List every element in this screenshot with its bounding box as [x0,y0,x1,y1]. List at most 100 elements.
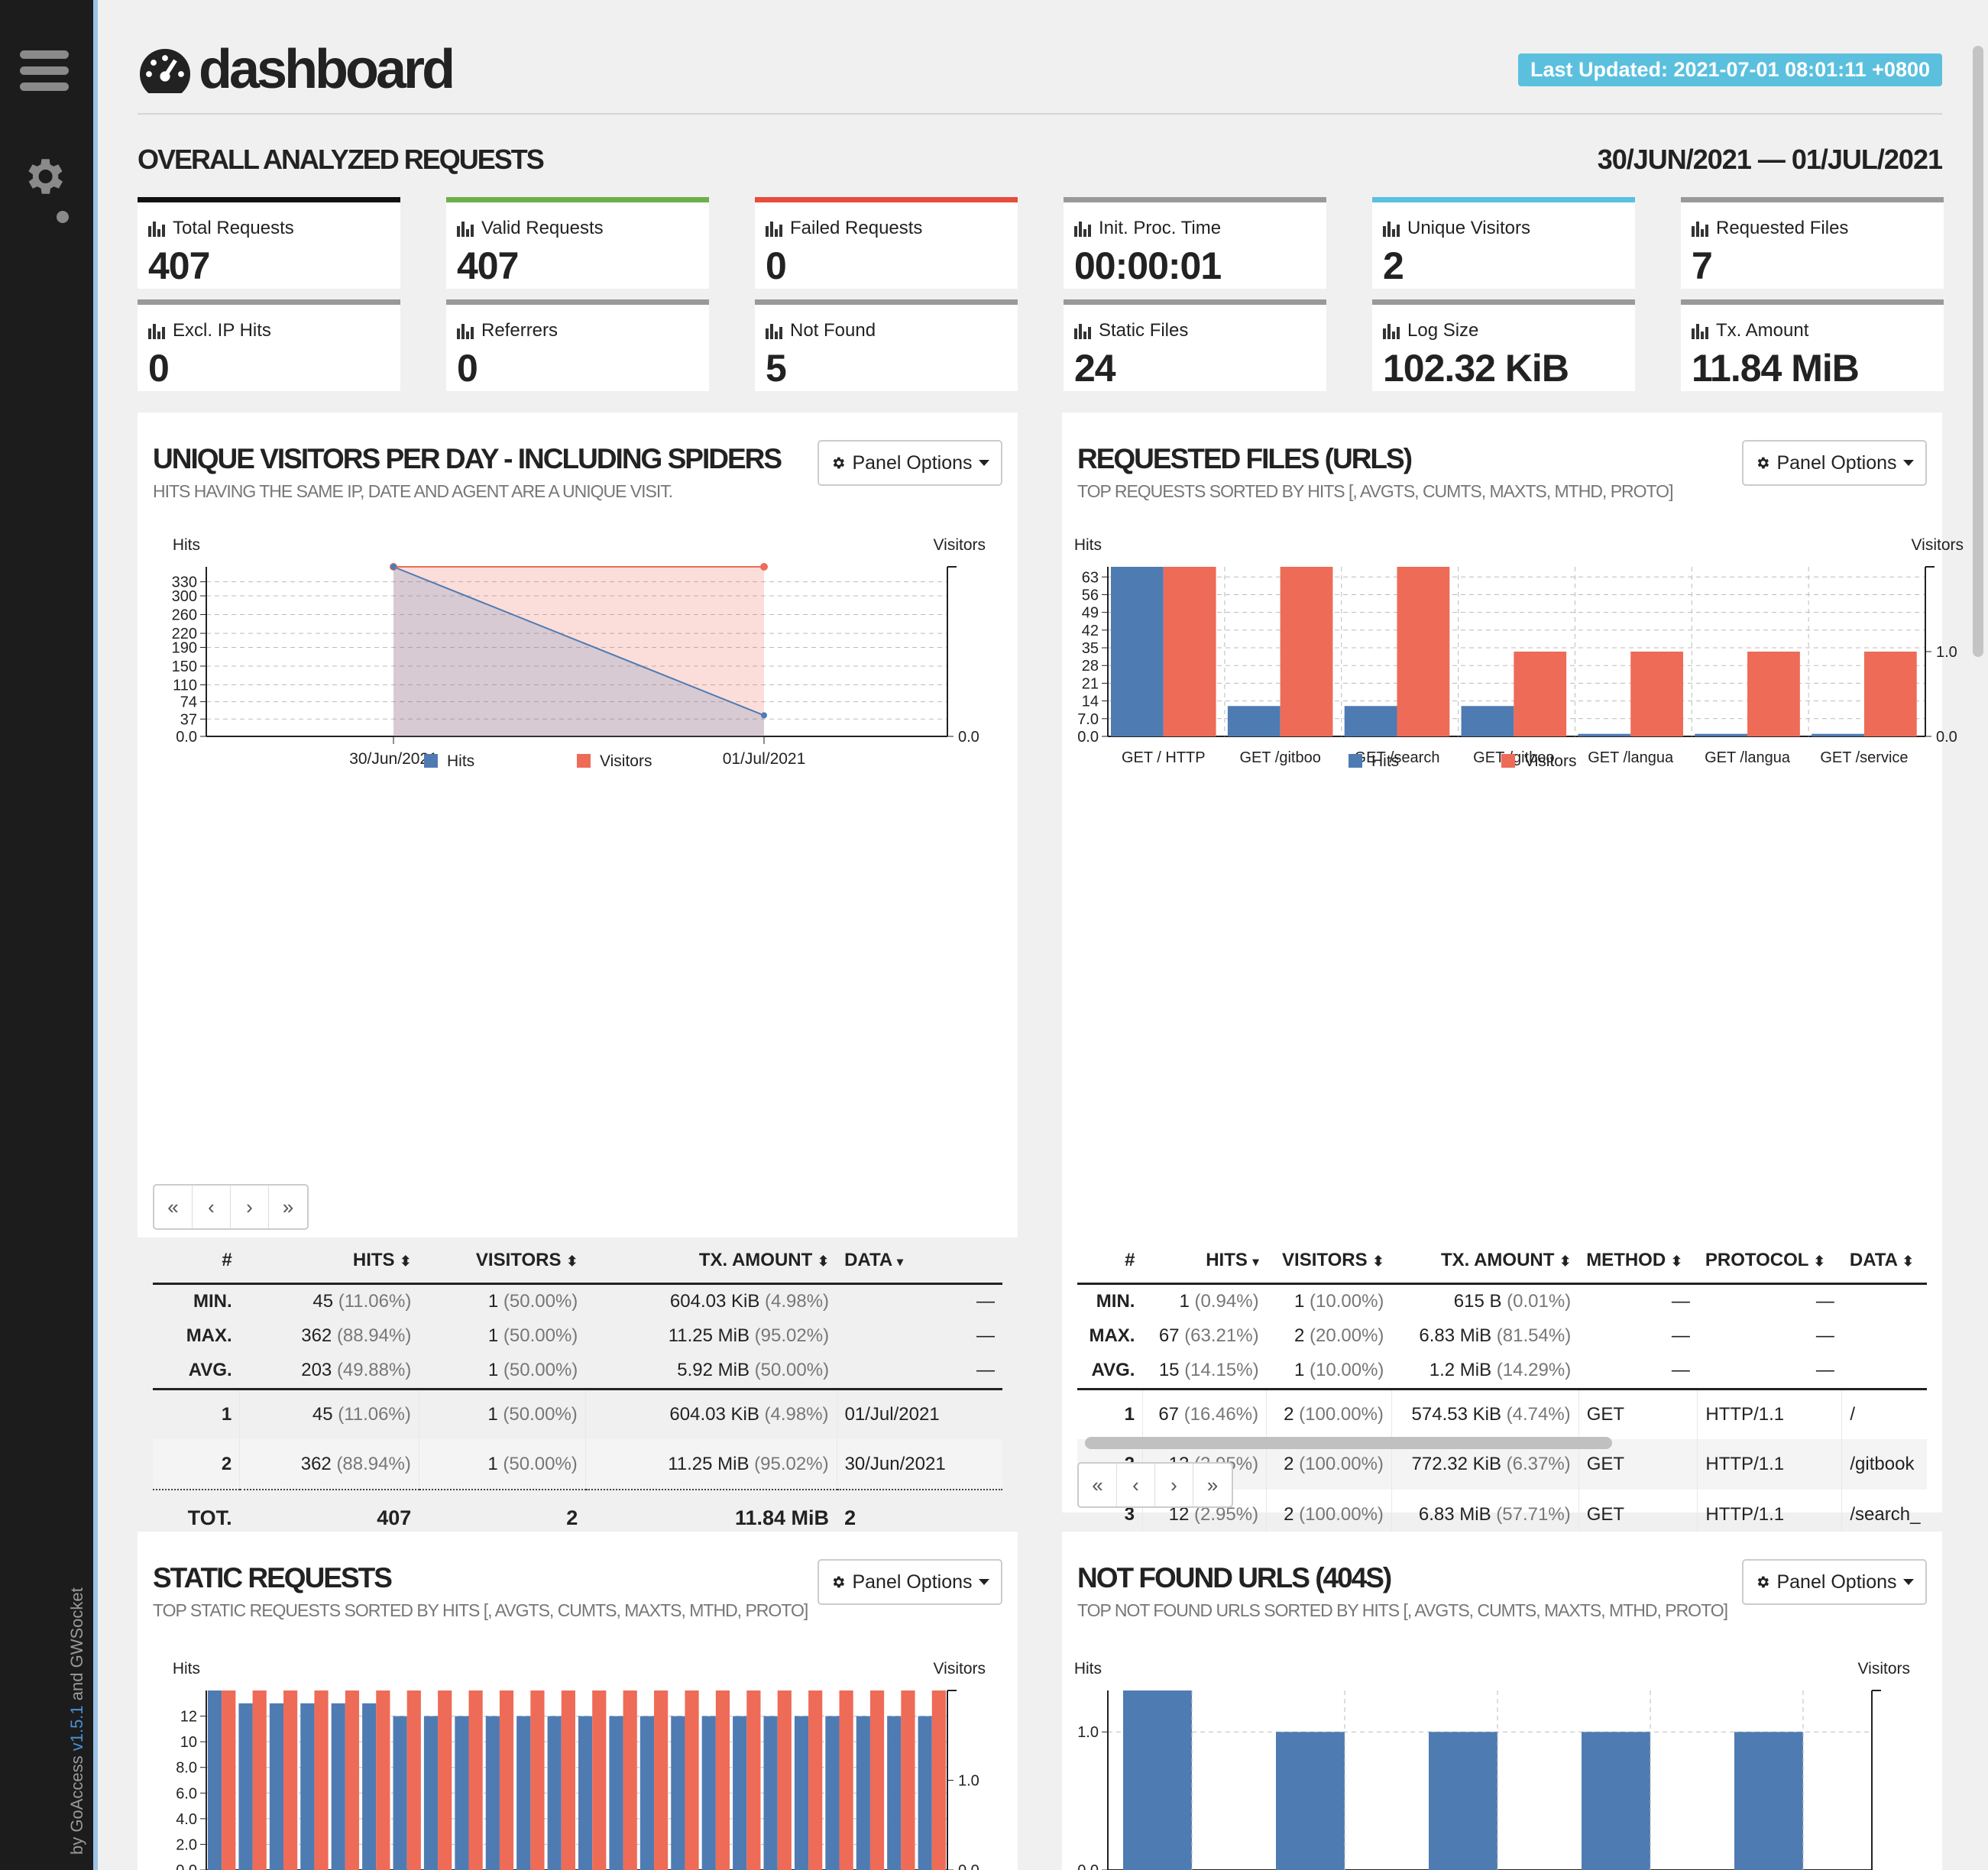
hits-bar [423,1716,439,1870]
column-header[interactable]: DATA ⬍ [1841,1239,1927,1285]
hits-bar [825,1716,840,1870]
visitors-bar [406,1690,421,1870]
panel-options-button[interactable]: Panel Options [818,1559,1002,1605]
first-page-button[interactable]: « [154,1186,193,1228]
column-header[interactable]: VISITORS ⬍ [419,1239,586,1285]
horizontal-scrollbar[interactable] [1085,1437,1612,1449]
y-axis-left-label: Hits [173,1660,200,1678]
last-page-button[interactable]: » [269,1186,307,1228]
bar-chart-icon [457,220,475,237]
legend-swatch [424,754,438,768]
page-scrollbar[interactable] [1970,0,1988,1870]
hits-bar [1123,1690,1192,1870]
column-header[interactable]: PROTOCOL ⬍ [1697,1239,1842,1285]
visitors-bar [499,1690,514,1870]
bar-chart-icon [766,220,784,237]
gear-icon [1758,1576,1769,1588]
hits-bar [393,1716,407,1870]
column-header: # [1077,1239,1143,1285]
column-header[interactable]: METHOD ⬍ [1578,1239,1698,1285]
hits-bar [733,1716,747,1870]
visitors-bar [345,1690,360,1870]
column-header[interactable]: DATA ▾ [837,1239,1002,1285]
next-page-button[interactable]: › [1155,1464,1193,1506]
y-tick-label: 28 [1082,658,1099,675]
summary-row: MIN. 1 (0.94%) 1 (10.00%) 615 B (0.01%) — — [1096,1290,1834,1312]
metric-value: 102.32 KiB [1383,347,1569,390]
next-page-button[interactable]: › [231,1186,269,1228]
panel-subtitle: TOP STATIC REQUESTS SORTED BY HITS [, AV… [153,1600,808,1620]
y-tick-label: 260 [172,607,197,624]
metric-card: Log Size 102.32 KiB [1372,299,1635,391]
first-page-button[interactable]: « [1079,1464,1117,1506]
panel-options-button[interactable]: Panel Options [1742,440,1927,486]
visitors-bar [746,1690,761,1870]
credit-text: by GoAccess v1.5.1 and GWSocket [67,1587,86,1855]
caret-down-icon: ▾ [896,1256,903,1270]
metric-value: 407 [148,244,210,287]
panel-options-button[interactable]: Panel Options [1742,1559,1927,1605]
hits-bar [208,1690,222,1870]
visitors-bar [1863,652,1917,736]
legend-swatch [577,754,591,768]
not-found-panel: NOT FOUND URLS (404S) TOP NOT FOUND URLS… [1062,1532,1942,1870]
hits-bar [485,1716,500,1870]
x-tick-label: GET /langua [1705,749,1791,766]
visitors-bar [623,1690,637,1870]
table-header: # HITS ▾ VISITORS ⬍ TX. AMOUNT ⬍ METHOD ⬍ PRO… [1077,1239,1927,1285]
metric-label: Not Found [766,320,876,341]
column-header[interactable]: TX. AMOUNT ⬍ [585,1239,837,1285]
x-tick-label: 01/Jul/2021 [723,750,806,768]
table-row[interactable]: 1 45 (11.06%) 1 (50.00%) 604.03 KiB (4.98%)… [153,1389,1002,1439]
y-tick-label: 0.0 [1077,1862,1099,1870]
metric-card: Referrers 0 [446,299,709,391]
panel-title: REQUESTED FILES (URLS) [1077,443,1413,474]
hits-bar [763,1716,778,1870]
visitors-bar [530,1690,545,1870]
column-header[interactable]: HITS ▾ [1142,1239,1267,1285]
x-tick-label: GET /gitboo [1239,749,1320,766]
app-title: dashboard [199,39,455,100]
hits-bar [269,1703,284,1870]
metric-label: Tx. Amount [1692,320,1808,341]
last-page-button[interactable]: » [1193,1464,1232,1506]
panel-title: STATIC REQUESTS [153,1562,393,1593]
column-header[interactable]: HITS ⬍ [239,1239,419,1285]
visitors-bar [1163,567,1216,736]
column-header[interactable]: VISITORS ⬍ [1266,1239,1392,1285]
visitors-bar [931,1690,946,1870]
legend-label: Hits [1371,752,1399,770]
caret-down-icon [1902,1579,1914,1585]
column-header[interactable]: TX. AMOUNT ⬍ [1391,1239,1579,1285]
hits-bar [794,1716,809,1870]
prev-page-button[interactable]: ‹ [193,1186,231,1228]
hits-bar [516,1716,531,1870]
y-right-tick-label: 1.0 [1936,644,1957,661]
visitors-bar [438,1690,452,1870]
version-link[interactable]: v1.5.1 [67,1705,86,1751]
metric-card: Excl. IP Hits 0 [138,299,400,391]
metric-card: Total Requests 407 [138,197,400,289]
table-row[interactable]: 2 362 (88.94%) 1 (50.00%) 11.25 MiB (95.02%… [153,1439,1002,1490]
visitors-bar [715,1690,730,1870]
panel-options-button[interactable]: Panel Options [818,440,1002,486]
hits-bar [639,1716,655,1870]
metric-value: 00:00:01 [1074,244,1222,287]
metric-value: 407 [457,244,519,287]
metric-label: Requested Files [1692,218,1848,239]
prev-page-button[interactable]: ‹ [1117,1464,1155,1506]
sort-icon: ⬍ [1813,1254,1825,1270]
sort-icon: ⬍ [1670,1254,1682,1270]
y-tick-label: 12 [180,1709,197,1726]
panel-subtitle: TOP NOT FOUND URLS SORTED BY HITS [, AVG… [1077,1600,1728,1620]
gear-icon[interactable] [20,153,67,200]
metric-label: Log Size [1383,320,1478,341]
y-tick-label: 7.0 [1077,711,1099,728]
table-row[interactable]: 1 67 (16.46%) 2 (100.00%) 574.53 KiB (4.74%… [1077,1389,1927,1439]
metric-value: 24 [1074,347,1116,390]
scrollbar-thumb[interactable] [1973,46,1983,657]
y-tick-label: 21 [1082,675,1099,692]
y-tick-label: 63 [1082,569,1099,586]
metric-label: Valid Requests [457,218,604,239]
menu-icon[interactable] [20,50,69,92]
